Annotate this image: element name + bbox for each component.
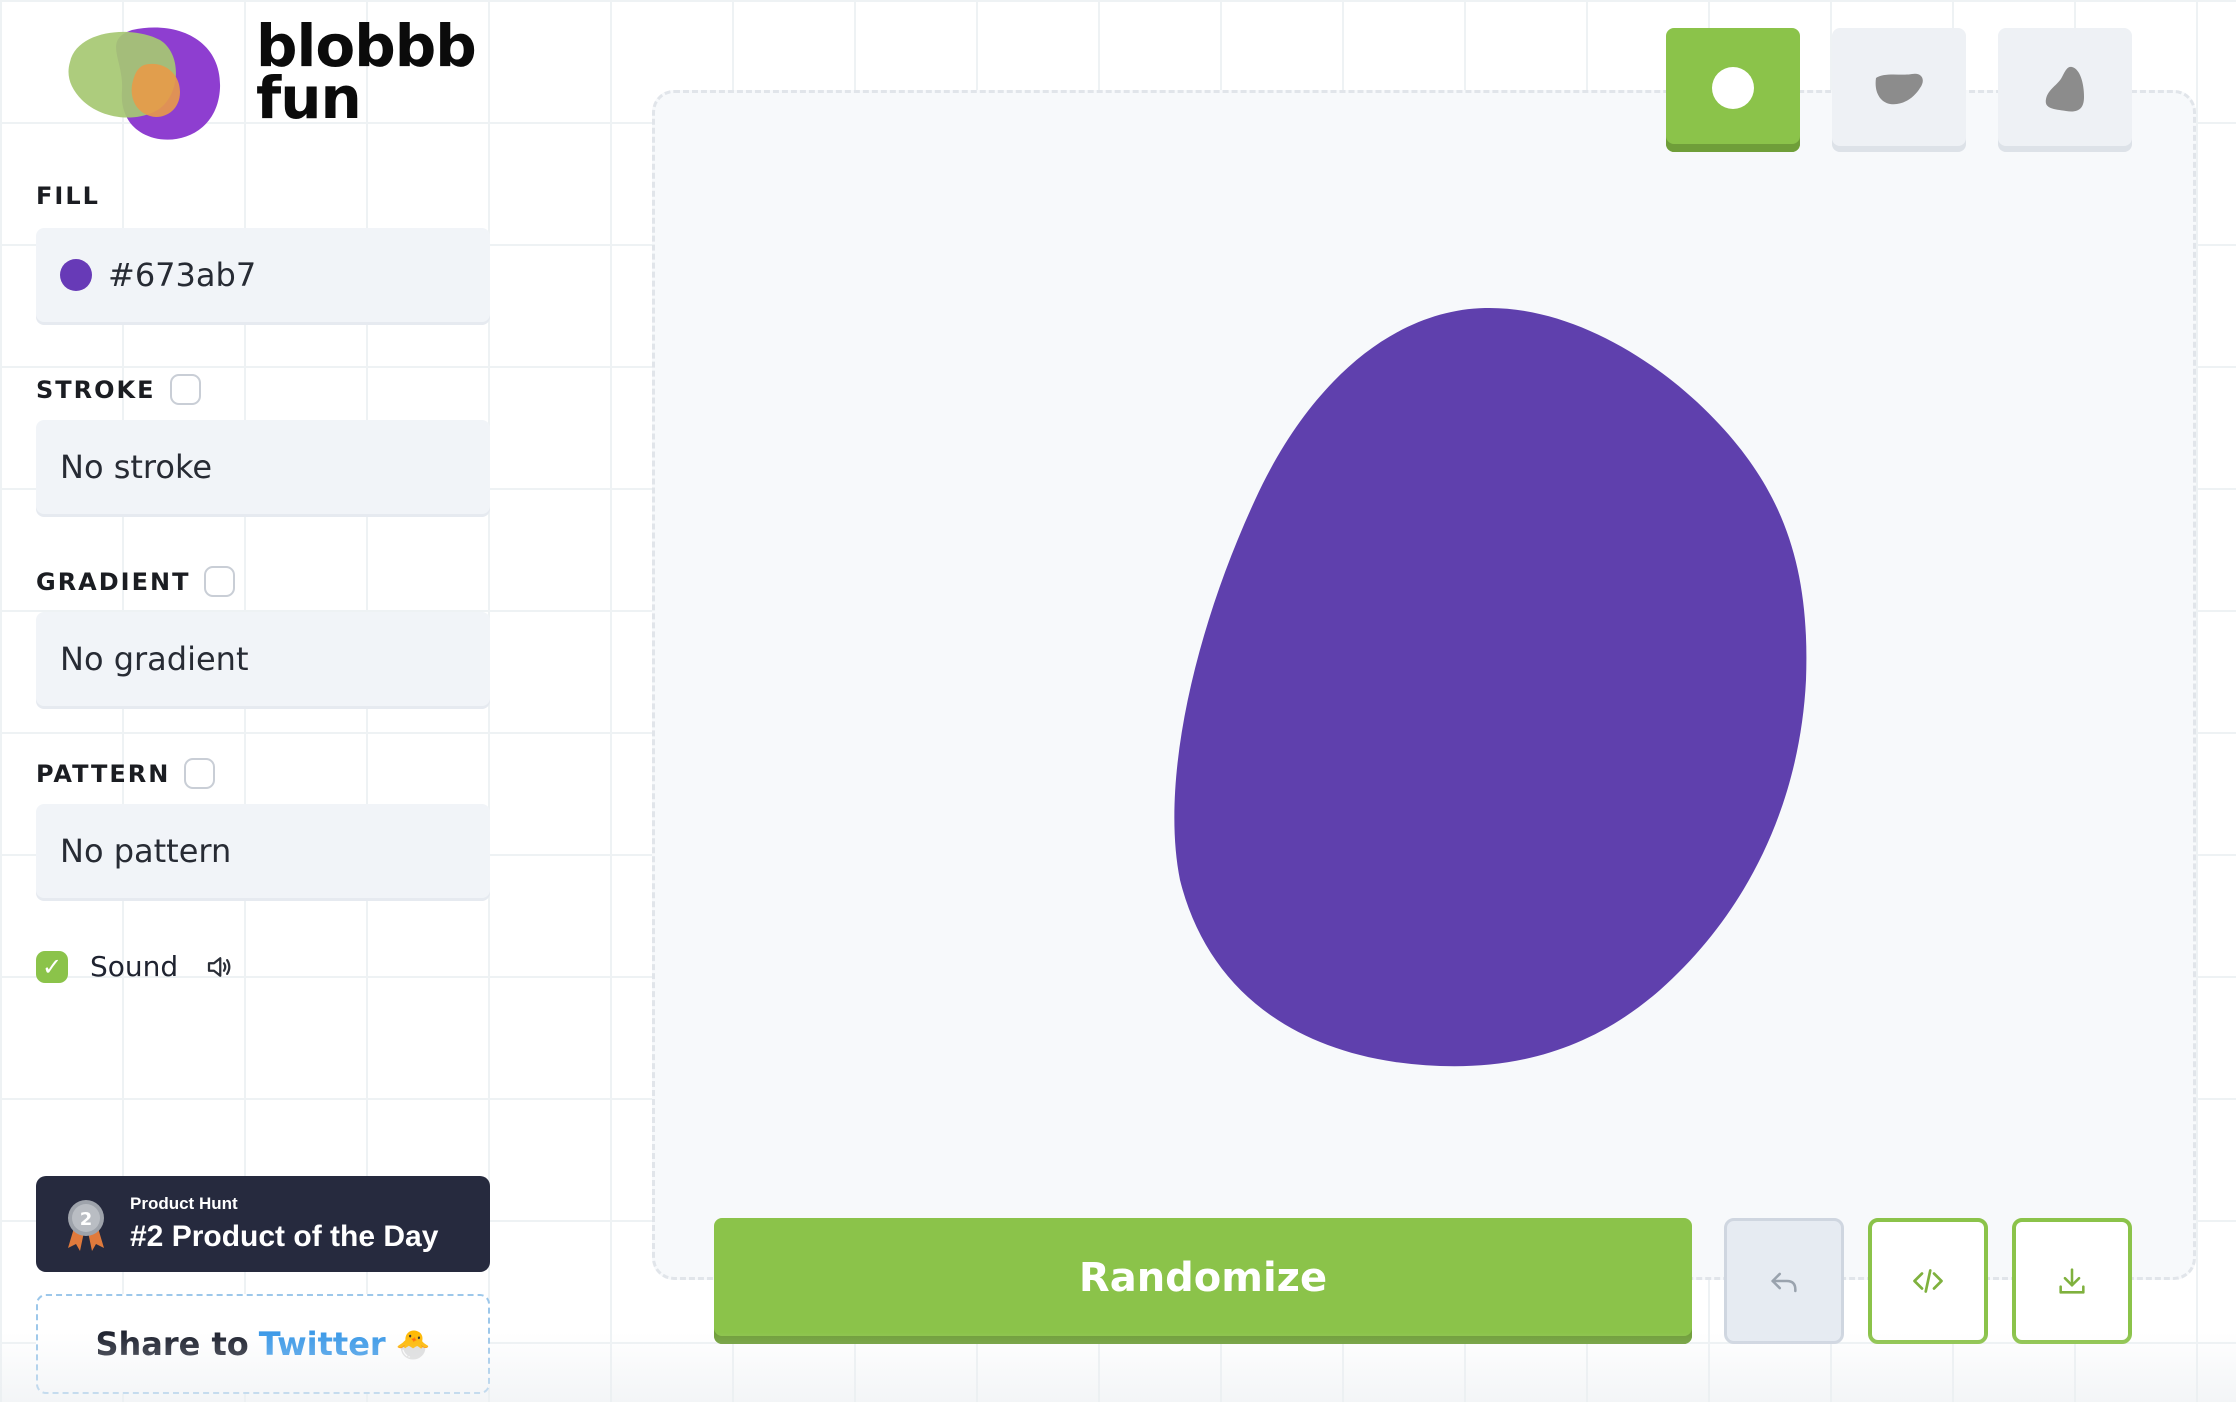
stroke-label-text: STROKE [36,375,156,404]
wide-blob-button[interactable] [1832,28,1966,152]
pattern-label: PATTERN [36,758,216,789]
sound-checkbox[interactable]: ✓ [36,950,68,983]
wide-blob-icon [1875,73,1923,105]
sound-toggle[interactable]: ✓ Sound [36,950,234,983]
pattern-field[interactable]: No pattern [36,804,490,898]
undo-button[interactable] [1724,1218,1844,1344]
product-hunt-small-label: Product Hunt [130,1194,238,1213]
stroke-field[interactable]: No stroke [36,420,490,514]
stroke-checkbox[interactable] [169,374,201,405]
pattern-checkbox[interactable] [184,758,216,789]
undo-icon [1771,1272,1797,1293]
fill-label: FILL [36,182,100,210]
download-icon [2059,1268,2085,1294]
randomize-label: Randomize [1078,1255,1328,1301]
speaker-icon [208,956,231,977]
share-prefix: Share to [95,1325,249,1363]
gradient-label-text: GRADIENT [36,567,191,596]
product-hunt-text: Product Hunt #2 Product of the Day [130,1194,438,1254]
spiky-blob-icon [2045,66,2084,112]
medal-icon: 2 [68,1200,104,1251]
product-hunt-badge[interactable]: 2 Product Hunt #2 Product of the Day [36,1176,490,1272]
gradient-checkbox[interactable] [204,566,236,597]
gradient-field[interactable]: No gradient [36,612,490,706]
pattern-label-text: PATTERN [36,759,171,788]
download-button[interactable] [2012,1218,2132,1344]
circle-blob-button[interactable] [1666,28,1800,152]
spiky-blob-button[interactable] [1998,28,2132,152]
code-icon [1913,1269,1943,1293]
pattern-value: No pattern [60,832,232,870]
share-network: Twitter [258,1325,386,1363]
share-to-twitter-button[interactable]: Share to Twitter 🐣 [36,1294,490,1394]
logo-blob-icon [68,27,221,140]
chick-emoji-icon: 🐣 [395,1327,431,1361]
stroke-label: STROKE [36,374,201,405]
brand-wordmark: blobbb fun [256,17,477,127]
fill-color-swatch[interactable] [60,259,92,291]
fill-color-value: #673ab7 [108,256,257,294]
gradient-label: GRADIENT [36,566,236,597]
logo[interactable]: blobbb fun [62,17,477,145]
sound-label: Sound [90,950,179,983]
medal-number: 2 [80,1209,93,1230]
code-button[interactable] [1868,1218,1988,1344]
randomize-button[interactable]: Randomize [714,1218,1692,1344]
blob-shape[interactable] [1160,300,1820,1080]
gradient-value: No gradient [60,640,249,678]
product-hunt-rank: #2 Product of the Day [130,1220,439,1253]
fill-label-text: FILL [36,182,100,210]
circle-blob-icon [1712,67,1754,109]
stroke-value: No stroke [60,448,213,486]
fill-color-field[interactable]: #673ab7 [36,228,490,322]
